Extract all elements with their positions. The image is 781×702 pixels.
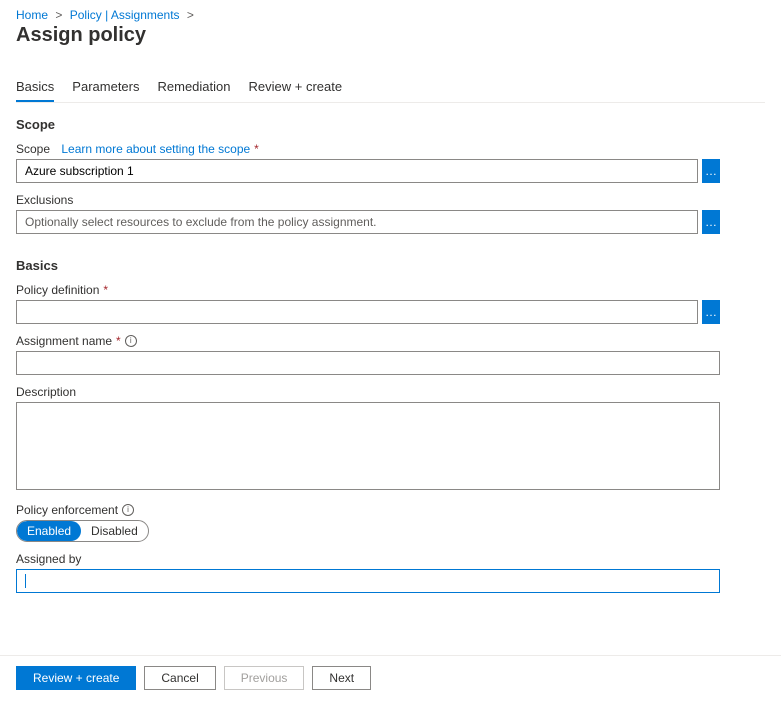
breadcrumb-policy-assignments[interactable]: Policy | Assignments xyxy=(70,8,180,22)
tab-review-create[interactable]: Review + create xyxy=(249,75,343,102)
policy-enforcement-label: Policy enforcement i xyxy=(16,503,765,517)
scope-picker-button[interactable]: … xyxy=(702,159,720,183)
description-textarea[interactable] xyxy=(16,402,720,490)
scope-label-row: Scope Learn more about setting the scope… xyxy=(16,142,765,156)
tab-basics[interactable]: Basics xyxy=(16,75,54,102)
assigned-by-input[interactable] xyxy=(16,569,720,593)
assigned-by-label: Assigned by xyxy=(16,552,765,566)
next-button[interactable]: Next xyxy=(312,666,371,690)
scope-label: Scope xyxy=(16,142,50,156)
policy-definition-label: Policy definition * xyxy=(16,283,765,297)
description-label: Description xyxy=(16,385,765,399)
enforcement-enabled-option[interactable]: Enabled xyxy=(17,521,81,541)
policy-enforcement-toggle: Enabled Disabled xyxy=(16,520,149,542)
chevron-right-icon: > xyxy=(55,8,62,22)
page-title: Assign policy xyxy=(16,24,765,47)
scope-learn-more-link[interactable]: Learn more about setting the scope xyxy=(61,142,250,156)
info-icon[interactable]: i xyxy=(125,335,137,347)
exclusions-picker-button[interactable]: … xyxy=(702,210,720,234)
tab-remediation[interactable]: Remediation xyxy=(158,75,231,102)
section-heading-scope: Scope xyxy=(16,117,765,132)
required-marker: * xyxy=(254,142,259,156)
section-heading-basics: Basics xyxy=(16,258,765,273)
cancel-button[interactable]: Cancel xyxy=(144,666,215,690)
policy-definition-input[interactable] xyxy=(16,300,698,324)
policy-definition-picker-button[interactable]: … xyxy=(702,300,720,324)
previous-button: Previous xyxy=(224,666,305,690)
text-caret xyxy=(25,574,26,588)
footer-actions: Review + create Cancel Previous Next xyxy=(0,656,781,702)
review-create-button[interactable]: Review + create xyxy=(16,666,136,690)
info-icon[interactable]: i xyxy=(122,504,134,516)
tab-parameters[interactable]: Parameters xyxy=(72,75,139,102)
exclusions-label: Exclusions xyxy=(16,193,765,207)
breadcrumb-home[interactable]: Home xyxy=(16,8,48,22)
assignment-name-input[interactable] xyxy=(16,351,720,375)
scope-input[interactable] xyxy=(16,159,698,183)
breadcrumb: Home > Policy | Assignments > xyxy=(16,8,765,22)
required-marker: * xyxy=(116,334,121,348)
chevron-right-icon: > xyxy=(187,8,194,22)
enforcement-disabled-option[interactable]: Disabled xyxy=(81,521,148,541)
assignment-name-label: Assignment name * i xyxy=(16,334,765,348)
tabs: Basics Parameters Remediation Review + c… xyxy=(16,75,765,103)
required-marker: * xyxy=(103,283,108,297)
exclusions-input[interactable] xyxy=(16,210,698,234)
